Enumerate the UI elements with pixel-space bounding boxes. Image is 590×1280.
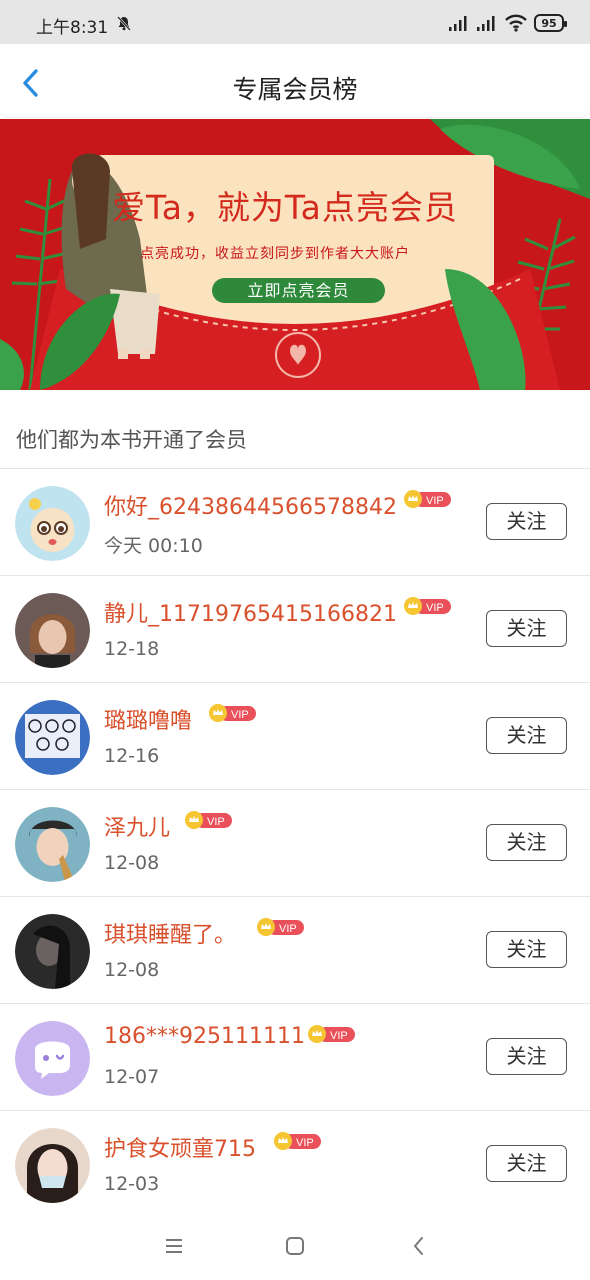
avatar[interactable] (15, 593, 90, 668)
avatar[interactable] (15, 1021, 90, 1096)
list-item[interactable]: 你好_62438644566578842 VIP 今天 00:10 关注 (0, 469, 590, 576)
member-name: 泽九儿 (104, 816, 171, 841)
avatar[interactable] (15, 807, 90, 882)
svg-text:VIP: VIP (426, 602, 444, 614)
follow-button[interactable]: 关注 (486, 717, 567, 754)
battery-icon: 95 (534, 14, 567, 32)
follow-button[interactable]: 关注 (486, 1038, 567, 1075)
member-date: 12-08 (104, 852, 160, 874)
member-date: 今天 00:10 (104, 535, 203, 557)
member-date: 12-16 (104, 745, 160, 767)
follow-button[interactable]: 关注 (486, 503, 567, 540)
svg-text:VIP: VIP (279, 923, 297, 935)
follow-button[interactable]: 关注 (486, 931, 567, 968)
member-name: 琪琪睡醒了。 (104, 923, 237, 948)
member-date: 12-07 (104, 1066, 160, 1088)
promo-banner[interactable]: 爱Ta，就为Ta点亮会员 点亮成功，收益立刻同步到作者大大账户 立即点亮会员 (0, 119, 590, 390)
system-nav-bar (0, 1210, 590, 1280)
bell-off-icon (117, 16, 131, 31)
light-up-vip-button[interactable]: 立即点亮会员 (212, 278, 385, 303)
wifi-icon (505, 14, 527, 32)
avatar[interactable] (15, 914, 90, 989)
member-date: 12-18 (104, 638, 160, 660)
signal-icon (477, 16, 495, 31)
svg-text:VIP: VIP (296, 1137, 314, 1149)
member-name: 静儿_11719765415166821 (104, 602, 397, 627)
section-title: 他们都为本书开通了会员 (16, 428, 247, 452)
back-icon[interactable] (405, 1232, 433, 1260)
member-name: 186***925111111 (104, 1024, 305, 1049)
list-item[interactable]: 琪琪睡醒了。 VIP 12-08 关注 (0, 897, 590, 1004)
nav-bar: 专属会员榜 (0, 44, 590, 118)
battery-level: 95 (541, 16, 557, 30)
vip-badge: VIP (257, 918, 304, 936)
svg-text:VIP: VIP (207, 816, 225, 828)
vip-badge: VIP (185, 811, 232, 829)
svg-text:VIP: VIP (231, 709, 249, 721)
menu-icon[interactable] (160, 1232, 188, 1260)
svg-text:VIP: VIP (330, 1030, 348, 1042)
home-icon[interactable] (281, 1232, 309, 1260)
svg-text:VIP: VIP (426, 495, 444, 507)
avatar[interactable] (15, 700, 90, 775)
member-name: 璐璐噜噜 (104, 709, 193, 734)
list-item[interactable]: 186***925111111 VIP 12-07 关注 (0, 1004, 590, 1111)
status-bar: 上午8:31 95 (0, 0, 590, 44)
member-date: 12-08 (104, 959, 160, 981)
signal-icon (449, 16, 467, 31)
status-time: 上午8:31 (36, 18, 109, 38)
follow-button[interactable]: 关注 (486, 610, 567, 647)
vip-badge: VIP (274, 1132, 321, 1150)
vip-badge: VIP (404, 490, 451, 508)
member-name: 护食女顽童715 (104, 1137, 256, 1162)
vip-badge: VIP (308, 1025, 355, 1043)
banner-headline: 爱Ta，就为Ta点亮会员 (112, 188, 458, 227)
follow-button[interactable]: 关注 (486, 1145, 567, 1182)
avatar[interactable] (15, 486, 90, 561)
vip-badge: VIP (209, 704, 256, 722)
list-item[interactable]: 璐璐噜噜 VIP 12-16 关注 (0, 683, 590, 790)
member-name: 你好_62438644566578842 (104, 495, 397, 520)
member-list: 你好_62438644566578842 VIP 今天 00:10 关注 静儿_… (0, 469, 590, 1211)
banner-subtitle: 点亮成功，收益立刻同步到作者大大账户 (140, 246, 410, 262)
page-title: 专属会员榜 (232, 75, 358, 104)
avatar[interactable] (15, 1128, 90, 1203)
list-item[interactable]: 泽九儿 VIP 12-08 关注 (0, 790, 590, 897)
member-date: 12-03 (104, 1173, 160, 1195)
follow-button[interactable]: 关注 (486, 824, 567, 861)
list-item[interactable]: 静儿_11719765415166821 VIP 12-18 关注 (0, 576, 590, 683)
list-item[interactable]: 护食女顽童715 VIP 12-03 关注 (0, 1111, 590, 1211)
status-icons: 95 (448, 12, 567, 34)
vip-badge: VIP (404, 597, 451, 615)
